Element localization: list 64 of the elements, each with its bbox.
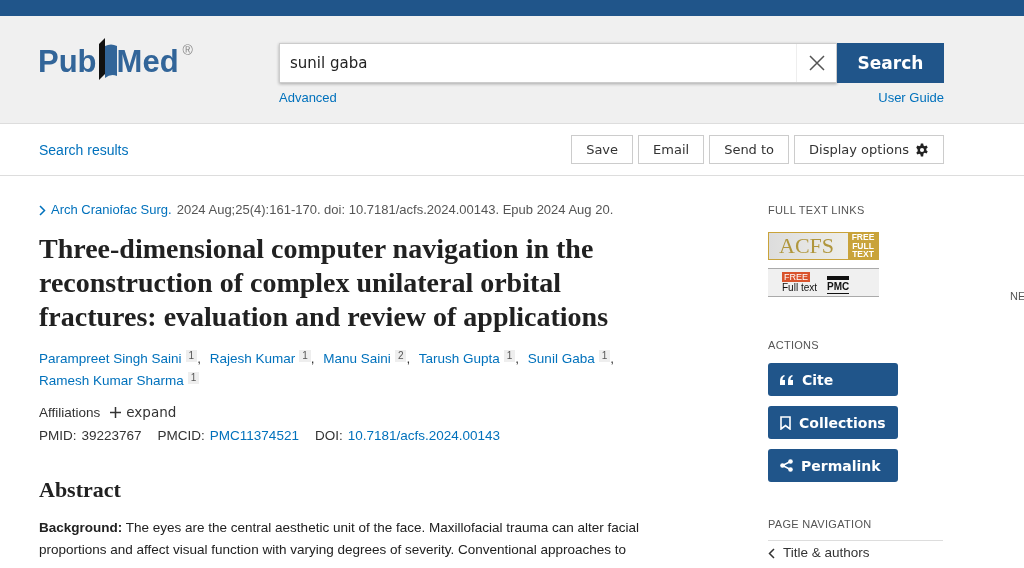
cut-off-heading: NE — [1010, 290, 1024, 302]
action-button[interactable]: Permalink — [768, 449, 898, 482]
clear-button[interactable] — [796, 44, 836, 82]
pmc-full-text-badge[interactable]: FREE Full text PMC — [768, 268, 879, 297]
page-navigation-heading: PAGE NAVIGATION — [768, 516, 943, 541]
affiliation-number[interactable]: 2 — [394, 350, 407, 362]
author-link[interactable]: Rajesh Kumar — [209, 351, 296, 366]
toolbar-button[interactable]: Save — [571, 135, 634, 164]
abstract-paragraph: Background: The eyes are the central aesthetic unit of the face. Maxillofacial trauma can alter facial proportions and affect visual function with varying degrees of severity. Conventional approaches to — [39, 519, 641, 559]
full-text-links-heading: FULL TEXT LINKS — [768, 203, 866, 218]
author-link[interactable]: Manu Saini — [323, 351, 391, 366]
plus-icon — [110, 406, 122, 418]
article-title: Three-dimensional computer navigation in the reconstruction of complex unilateral orbital fractures: evaluation and review of applications — [39, 232, 610, 334]
id-value: 39223767 — [81, 428, 142, 443]
pubmed-logo[interactable]: Pub Med® — [38, 16, 279, 123]
bookmark-icon — [780, 415, 791, 430]
separator: , — [610, 351, 614, 366]
id-label: DOI: — [314, 428, 343, 443]
affiliations-label: Affiliations — [39, 404, 101, 420]
citation-text: 2024 Aug;25(4):161-170. doi: 10.7181/acfs.2024.00143. Epub 2024 Aug 20. — [176, 202, 614, 218]
badge-name: PMC — [827, 276, 850, 294]
chevron-right-icon — [39, 204, 46, 216]
affiliation-number[interactable]: 1 — [503, 350, 516, 362]
share-icon — [780, 459, 793, 472]
id-label: PMID: — [39, 428, 77, 443]
toolbar-button[interactable]: Email — [638, 135, 705, 164]
page-navigation-link[interactable]: Title & authors — [768, 545, 943, 561]
author-link[interactable]: Tarush Gupta — [418, 351, 500, 366]
search-box[interactable]: sunil gaba — [279, 43, 837, 83]
badge-name: ACFS — [778, 233, 836, 259]
separator: , — [310, 351, 315, 366]
action-button[interactable]: Collections — [768, 406, 898, 439]
affiliation-number[interactable]: 1 — [598, 350, 611, 362]
search-results-link[interactable]: Search results — [39, 141, 567, 158]
user-guide-link[interactable]: User Guide — [878, 90, 944, 105]
chevron-left-icon — [768, 547, 775, 559]
id-link[interactable]: 10.7181/acfs.2024.00143 — [347, 428, 501, 443]
actions-heading: ACTIONS — [768, 338, 820, 353]
advanced-link[interactable]: Advanced — [279, 90, 337, 105]
quote-icon — [780, 374, 794, 385]
action-button[interactable]: Cite — [768, 363, 898, 396]
search-field[interactable]: sunil gaba — [280, 54, 796, 72]
journal-link[interactable]: Arch Craniofac Surg. — [51, 202, 172, 218]
search-button[interactable]: Search — [837, 43, 944, 83]
separator: , — [197, 351, 201, 366]
settings-icon — [915, 142, 929, 157]
badge-label: Full text — [782, 282, 817, 294]
badge-tag: FREE FULL TEXT — [848, 233, 878, 259]
separator: , — [515, 351, 520, 366]
id-label: PMCID: — [157, 428, 205, 443]
toolbar-button[interactable]: Send to — [709, 135, 790, 164]
abstract-heading: Abstract — [39, 477, 122, 503]
author-link[interactable]: Sunil Gaba — [527, 351, 595, 366]
free-tag: FREE — [782, 272, 810, 282]
author-link[interactable]: Ramesh Kumar Sharma — [39, 373, 184, 388]
id-link[interactable]: PMC11374521 — [209, 428, 299, 443]
separator: , — [406, 351, 411, 366]
affiliation-number[interactable]: 1 — [185, 350, 198, 362]
expand-toggle[interactable]: expand — [110, 404, 177, 420]
affiliation-number[interactable]: 1 — [299, 350, 311, 362]
toolbar-button[interactable]: Display options — [794, 135, 944, 164]
affiliation-number[interactable]: 1 — [187, 372, 200, 384]
close-icon — [808, 55, 825, 71]
author-link[interactable]: Parampreet Singh Saini — [39, 351, 182, 366]
